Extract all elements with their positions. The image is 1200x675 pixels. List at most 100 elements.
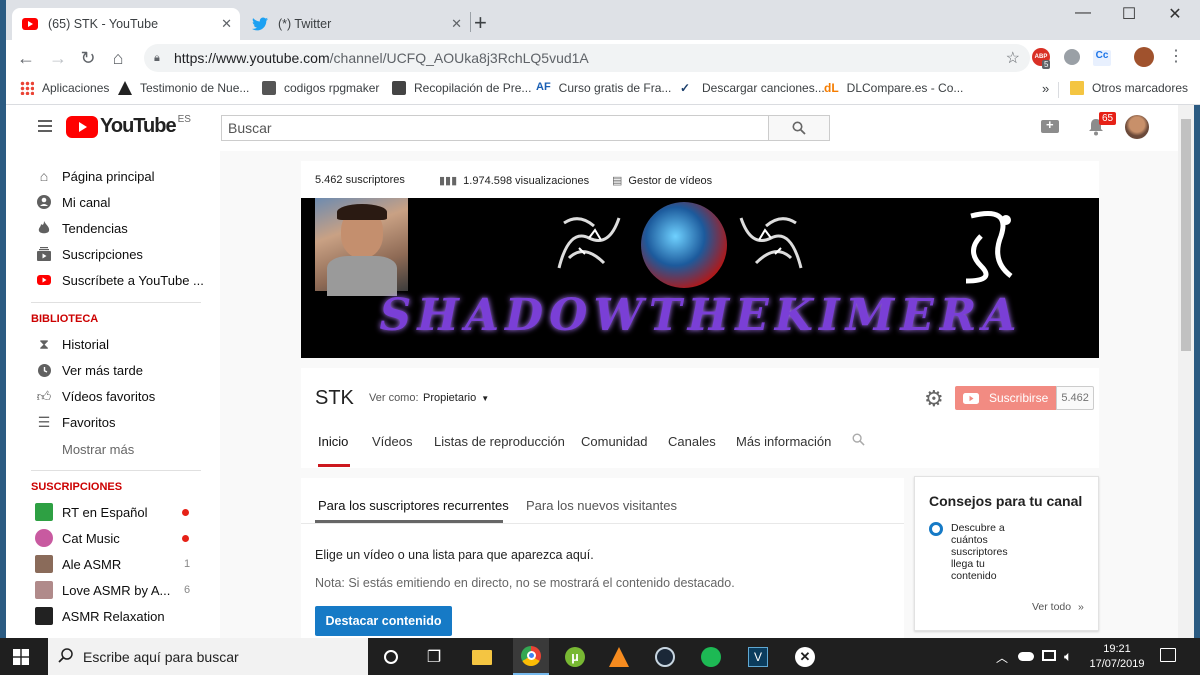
minimize-button[interactable]: —: [1060, 4, 1106, 22]
search-input[interactable]: Buscar: [221, 115, 769, 141]
star-icon[interactable]: ☆: [1006, 48, 1020, 68]
sidebar-item-my-channel[interactable]: Mi canal: [6, 189, 220, 215]
volume-icon[interactable]: 🔈︎: [1064, 648, 1072, 665]
maximize-button[interactable]: ☐: [1106, 4, 1152, 24]
sidebar-item-favorites[interactable]: ☰ Favoritos: [6, 409, 220, 435]
close-window-button[interactable]: ✕: [1152, 4, 1198, 24]
sidebar-item-watch-later[interactable]: Ver más tarde: [6, 357, 220, 383]
extension-icon[interactable]: [1064, 49, 1080, 65]
home-icon[interactable]: ⌂: [106, 48, 130, 68]
bookmark-item[interactable]: codigos rpgmaker: [262, 81, 379, 95]
account-avatar[interactable]: [1125, 115, 1149, 139]
bookmark-item[interactable]: AF Curso gratis de Fra...: [536, 81, 671, 95]
vegas-icon[interactable]: V: [745, 644, 771, 670]
clock[interactable]: 19:21 17/07/2019: [1086, 642, 1148, 672]
logo-text: YouTube: [100, 115, 177, 137]
subscription-item[interactable]: Cat Music: [6, 525, 220, 551]
tab-community[interactable]: Comunidad: [581, 434, 648, 449]
tab-twitter[interactable]: (*) Twitter ✕: [242, 8, 470, 40]
sidebar-item-liked-videos[interactable]: 👍︎ Vídeos favoritos: [6, 383, 220, 409]
tab-playlists[interactable]: Listas de reproducción: [434, 434, 565, 449]
subtab-returning[interactable]: Para los suscriptores recurrentes: [318, 498, 509, 513]
bookmarks-overflow[interactable]: »: [1042, 81, 1049, 96]
bookmark-item[interactable]: ✓ Descargar canciones...: [680, 81, 825, 95]
bookmark-apps[interactable]: Aplicaciones: [20, 81, 109, 95]
channel-search-icon[interactable]: [852, 433, 865, 451]
search-button[interactable]: [768, 115, 830, 141]
subscription-item[interactable]: ASMR Relaxation: [6, 603, 220, 629]
scrollbar-thumb[interactable]: [1181, 119, 1191, 351]
forward-icon[interactable]: →: [46, 48, 70, 68]
channel-avatar-large[interactable]: [315, 198, 408, 296]
flame-icon: [36, 220, 52, 236]
subscription-item[interactable]: Love ASMR by A... 6: [6, 577, 220, 603]
subscriptions-heading: SUSCRIPCIONES: [31, 481, 123, 493]
feature-content-button[interactable]: Destacar contenido: [315, 606, 452, 636]
cc-extension-icon[interactable]: Cc: [1093, 50, 1111, 66]
dragon-right-icon: [733, 208, 811, 278]
show-more-link[interactable]: Mostrar más: [6, 436, 220, 462]
subtab-new-visitors[interactable]: Para los nuevos visitantes: [526, 498, 677, 513]
network-icon[interactable]: [1042, 650, 1056, 661]
address-bar[interactable]: 🔒︎ https://www.youtube.com/channel/UCFQ_…: [144, 44, 1030, 72]
sidebar-item-home[interactable]: ⌂ Página principal: [6, 163, 220, 189]
see-all-link[interactable]: Ver todo »: [1032, 601, 1084, 613]
bookmark-favicon-icon: [262, 81, 276, 95]
other-bookmarks[interactable]: Otros marcadores: [1070, 81, 1188, 95]
onedrive-icon[interactable]: [1018, 652, 1034, 661]
subscription-item[interactable]: RT en Español: [6, 499, 220, 525]
tab-inicio[interactable]: Inicio: [318, 434, 348, 449]
bookmark-favicon-icon: AF: [536, 81, 551, 93]
file-explorer-icon[interactable]: [469, 644, 495, 670]
steam-icon[interactable]: [652, 644, 678, 670]
views-stat[interactable]: ▮▮▮ 1.974.598 visualizaciones: [439, 174, 589, 188]
sidebar-item-subscriptions[interactable]: Suscripciones: [6, 241, 220, 267]
sidebar-item-trending[interactable]: Tendencias: [6, 215, 220, 241]
lock-icon: 🔒︎: [154, 51, 160, 64]
channel-banner: SHADOWTHEKIMERA: [301, 198, 1099, 358]
hamburger-icon[interactable]: [38, 120, 52, 132]
featured-content-panel: Para los suscriptores recurrentes Para l…: [301, 478, 904, 638]
bookmark-item[interactable]: Recopilación de Pre...: [392, 81, 531, 95]
view-as-dropdown[interactable]: Propietario ▼: [423, 392, 489, 404]
back-icon[interactable]: ←: [14, 48, 38, 68]
tab-about[interactable]: Más información: [736, 434, 831, 449]
divider: [31, 302, 201, 303]
subscribe-button[interactable]: Suscribirse 5.462: [955, 386, 1094, 410]
sidebar-item-youtube-premium[interactable]: Suscríbete a YouTube ...: [6, 267, 220, 293]
chevron-up-icon[interactable]: ︿: [996, 649, 1008, 666]
search-icon: [58, 647, 74, 668]
windows-start-icon[interactable]: [8, 644, 34, 670]
youtube-logo[interactable]: YouTube ES: [66, 114, 191, 138]
new-tab-button[interactable]: +: [474, 10, 487, 36]
cortana-icon[interactable]: [378, 644, 404, 670]
video-manager-link[interactable]: ▤ Gestor de vídeos: [612, 174, 712, 188]
profile-avatar[interactable]: [1134, 47, 1154, 67]
channel-main: 5.462 suscriptores ▮▮▮ 1.974.598 visuali…: [220, 151, 1178, 638]
page-scrollbar[interactable]: [1178, 105, 1194, 638]
task-view-icon[interactable]: ❐: [421, 644, 447, 670]
utorrent-icon[interactable]: µ: [562, 644, 588, 670]
bookmark-item[interactable]: Testimonio de Nue...: [118, 81, 249, 95]
subscription-item[interactable]: Ale ASMR 1: [6, 551, 220, 577]
reload-icon[interactable]: ↻: [76, 48, 100, 68]
tip-text[interactable]: Descubre a cuántos suscriptores llega tu…: [951, 522, 1008, 582]
tab-youtube[interactable]: (65) STK - YouTube ✕: [12, 8, 240, 40]
sidebar-item-history[interactable]: ⧗ Historial: [6, 331, 220, 357]
close-tab-icon[interactable]: ✕: [451, 16, 462, 32]
close-tab-icon[interactable]: ✕: [221, 16, 232, 32]
taskbar-search-box[interactable]: Escribe aquí para buscar: [48, 638, 368, 675]
tab-channels[interactable]: Canales: [668, 434, 716, 449]
upload-video-icon[interactable]: +: [1041, 117, 1059, 133]
tab-videos[interactable]: Vídeos: [372, 434, 412, 449]
menu-icon[interactable]: ⋮: [1168, 46, 1184, 66]
tips-title: Consejos para tu canal: [929, 493, 1083, 509]
chrome-icon[interactable]: [513, 638, 549, 675]
xbox-icon[interactable]: ✕: [792, 644, 818, 670]
channel-avatar: [35, 529, 53, 547]
vlc-icon[interactable]: [606, 644, 632, 670]
settings-gear-icon[interactable]: ⚙: [924, 386, 944, 412]
bookmark-item[interactable]: dL DLCompare.es - Co...: [824, 81, 963, 95]
action-center-icon[interactable]: [1160, 648, 1176, 662]
spotify-icon[interactable]: [698, 644, 724, 670]
